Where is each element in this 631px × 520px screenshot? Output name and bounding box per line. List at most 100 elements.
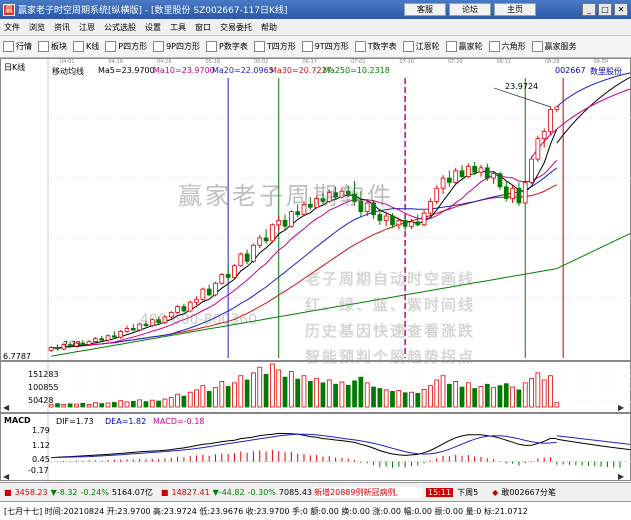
volume-bar [181,395,187,408]
toolbar-label: 9T四方形 [314,42,349,51]
candle [402,216,408,231]
candle-body [288,211,294,227]
toolbar-button-1[interactable]: 板块 [38,41,67,52]
volume-bar [206,390,212,408]
candle-body [428,201,433,214]
minimize-icon[interactable]: _ [582,3,596,16]
square-icon [105,41,117,52]
candle-body [516,187,522,204]
toolbar-button-11[interactable]: 六角形 [488,41,526,52]
window-controls: _ □ ✕ [582,3,628,16]
indicator-label: 移动均线 [52,67,84,76]
candle-body [124,328,130,332]
dif-projection [556,438,631,451]
volume-bar [244,379,250,408]
volume-bar [105,402,111,408]
macd-title: MACD [4,416,31,425]
macd-scroll-left-icon: ◀ [3,472,10,481]
candle-body [548,109,553,132]
candle [99,335,105,342]
candle [187,300,193,313]
hexagon-icon [488,41,500,52]
candle [484,163,490,181]
volume-bar [137,399,143,408]
watermark-line-1: 老子周期自动时空画线 [305,270,476,288]
toolbar-button-0[interactable]: 行情 [3,41,32,52]
volume-bar [371,386,376,408]
volume-bar [219,381,225,408]
maximize-icon[interactable]: □ [598,3,612,16]
candle [453,167,459,184]
volume-bar [333,383,338,408]
volume-bar [358,376,364,408]
volume-bar [175,393,180,408]
candle-body [105,335,111,341]
toolbar-button-8[interactable]: T数字表 [354,41,397,52]
low-price-marker: 7.73 [63,340,81,349]
watermark-line-3: 历史基因快速查看涨跌 [305,322,476,340]
sz-index-pct: -0.30% [247,487,276,497]
alert-icon[interactable]: ◆ [492,488,498,497]
menu-settings[interactable]: 设置 [145,22,161,33]
menu-help[interactable]: 帮助 [261,22,277,33]
menu-gann[interactable]: 江恩 [79,22,95,33]
macd-group [48,432,631,468]
toolbar-button-4[interactable]: 9P四方形 [153,41,200,52]
toolbar-button-5[interactable]: P数字表 [206,41,248,52]
news-ticker[interactable]: 新增20889例新冠病例, [314,486,423,498]
status-bar: ■ 3458.23 ▼-8.32 -0.24% 5164.07亿 ■ 14827… [0,482,631,501]
candle-body [377,214,383,221]
volume-bar [124,401,130,408]
candle-body [244,253,250,262]
candle [270,223,275,243]
homepage-link[interactable]: 主页 [494,3,536,16]
date-tick-label: 04-01 [60,59,75,65]
clock: 15:11 [426,487,454,497]
candle [244,249,250,265]
toolbar-button-10[interactable]: 赢家轮 [445,41,483,52]
menu-window[interactable]: 窗口 [195,22,211,33]
menu-formula-screen[interactable]: 公式选股 [104,22,136,33]
candle-body [181,306,187,312]
toolbar-button-12[interactable]: 赢家服务 [531,41,577,52]
candle-body [472,165,478,173]
next-week-label: 下周5 [457,487,479,497]
candle [263,229,269,244]
menu-news[interactable]: 资讯 [54,22,70,33]
volume-bar [472,388,478,408]
date-axis: 04-01 04-16 04-28 05-18 06-02 06-17 07-01 07-16… [60,59,608,65]
volume-bar [55,403,60,408]
candle-icon [73,41,84,52]
candle [232,264,237,279]
tick-detail-link[interactable]: 敢002667分笔 [501,487,556,498]
volume-bar [314,378,320,408]
toolbar-button-2[interactable]: K线 [73,41,99,52]
candle-body [130,328,136,331]
volume-bar [478,386,484,408]
toolbar-button-3[interactable]: P四方形 [105,41,147,52]
sh-index-change: ▼-8.32 [50,487,78,497]
forum-link[interactable]: 论坛 [449,3,491,16]
candle [478,164,484,177]
menu-trade[interactable]: 交易委托 [220,22,252,33]
toolbar-button-9[interactable]: 江恩轮 [402,41,440,52]
title-bar: 赢 赢家老子时空周期系统[纵横版] - [数里股份 SZ002667-117日K… [0,0,631,19]
menu-file[interactable]: 文件 [4,22,20,33]
volume-bar [339,381,345,408]
volume-bar [535,372,541,408]
customer-service-link[interactable]: 客服 [404,3,446,16]
candle-body [232,265,237,278]
menu-tools[interactable]: 工具 [170,22,186,33]
close-icon[interactable]: ✕ [614,3,628,16]
candle-body [478,167,484,173]
toolbar-button-6[interactable]: T四方形 [253,41,296,52]
menu-browse[interactable]: 浏览 [29,22,45,33]
candle-body [421,212,427,226]
macd-scroll-right-icon: ▶ [618,472,625,481]
grid-icon [38,41,49,52]
toolbar-button-7[interactable]: 9T四方形 [301,41,349,52]
candle [434,185,440,205]
candle-body [200,288,206,300]
sz-index-change: ▼-44.82 [212,487,245,497]
volume-bar [326,379,332,408]
